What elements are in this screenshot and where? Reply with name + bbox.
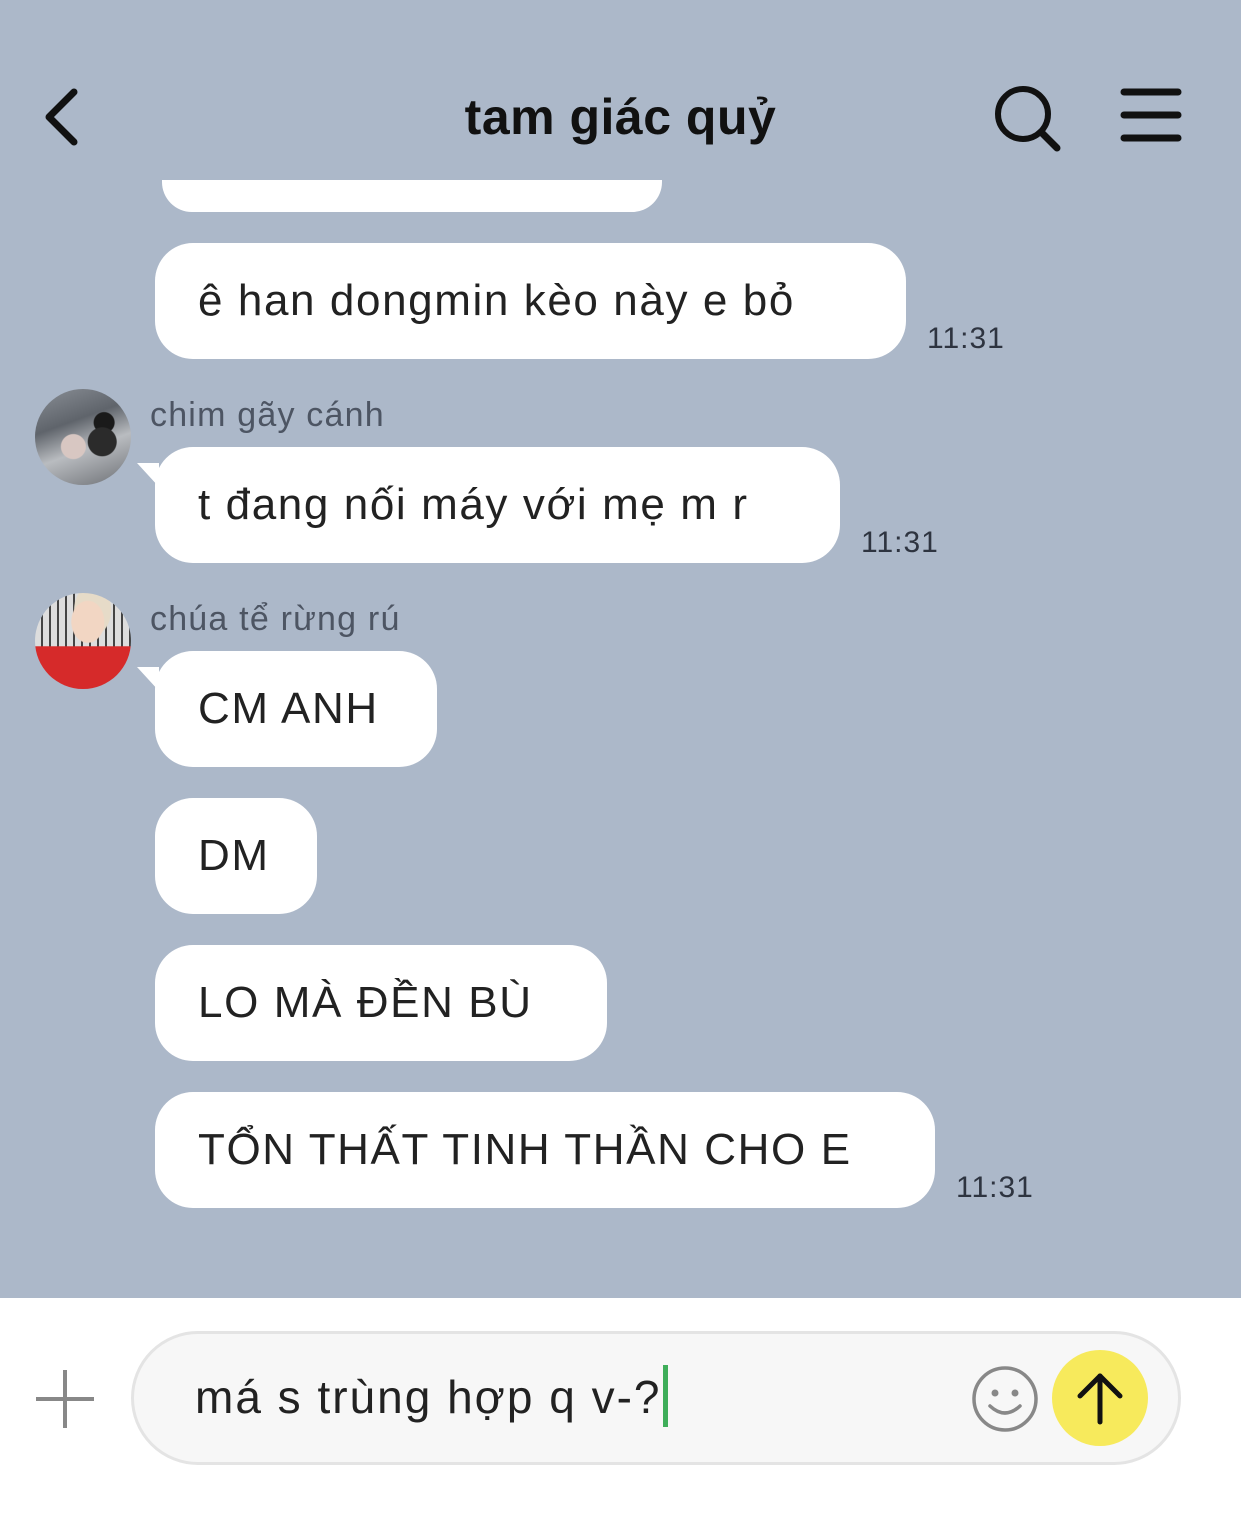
message-bubble[interactable]: t đang nối máy với mẹ m r bbox=[155, 447, 840, 563]
sender-name: chim gãy cánh bbox=[150, 396, 385, 434]
message-bubble[interactable]: LO MÀ ĐỀN BÙ bbox=[155, 945, 607, 1061]
chat-header: tam giác quỷ bbox=[0, 0, 1241, 180]
message-text: DM bbox=[198, 831, 270, 880]
avatar[interactable] bbox=[35, 593, 131, 689]
text-caret bbox=[663, 1364, 669, 1427]
arrow-up-icon bbox=[1077, 1373, 1123, 1425]
message-bubble-partial bbox=[162, 180, 662, 212]
message-time: 11:31 bbox=[861, 526, 939, 559]
message-text: t đang nối máy với mẹ m r bbox=[198, 480, 749, 529]
message-bubble[interactable]: TỔN THẤT TINH THẦN CHO E bbox=[155, 1092, 935, 1208]
message-text: ê han dongmin kèo này e bỏ bbox=[198, 276, 795, 325]
chat-screen: tam giác quỷ ê han dongmin kèo này e bỏ … bbox=[0, 0, 1241, 1526]
message-text: LO MÀ ĐỀN BÙ bbox=[198, 978, 533, 1027]
message-bubble[interactable]: ê han dongmin kèo này e bỏ bbox=[155, 243, 906, 359]
sender-name: chúa tể rừng rú bbox=[150, 600, 401, 638]
message-text: TỔN THẤT TINH THẦN CHO E bbox=[198, 1125, 852, 1174]
message-time: 11:31 bbox=[927, 322, 1005, 355]
chat-area[interactable]: tam giác quỷ ê han dongmin kèo này e bỏ … bbox=[0, 0, 1241, 1298]
smiley-icon[interactable] bbox=[970, 1364, 1040, 1434]
message-text: CM ANH bbox=[198, 684, 379, 733]
send-button[interactable] bbox=[1052, 1350, 1148, 1446]
message-bubble[interactable]: DM bbox=[155, 798, 317, 914]
plus-icon[interactable] bbox=[34, 1368, 96, 1430]
message-input-text[interactable]: má s trùng hợp q v-? bbox=[195, 1364, 669, 1427]
message-bubble[interactable]: CM ANH bbox=[155, 651, 437, 767]
avatar[interactable] bbox=[35, 389, 131, 485]
message-time: 11:31 bbox=[956, 1171, 1034, 1204]
search-icon[interactable] bbox=[990, 82, 1066, 154]
hamburger-menu-icon[interactable] bbox=[1118, 84, 1184, 146]
